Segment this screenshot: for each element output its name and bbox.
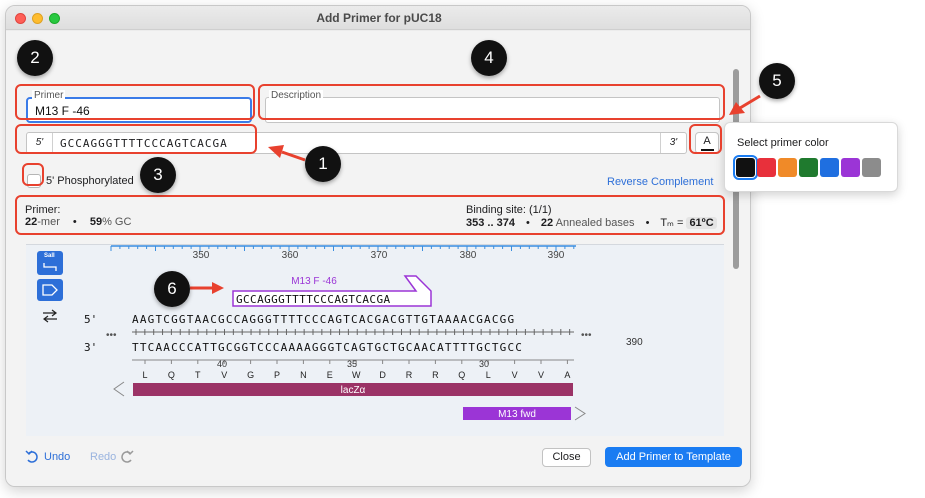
callout-arrowhead-6 [212,282,224,294]
callout-badge-5: 5 [759,63,795,99]
callout-badge-2: 2 [17,40,53,76]
callout-arrow-1 [281,150,306,162]
callout-badge-1: 1 [305,146,341,182]
callout-badge-3: 3 [140,157,176,193]
callout-badge-6: 6 [154,271,190,307]
callout-arrowhead-1 [268,145,284,158]
callout-arrowhead-5 [729,102,745,115]
callout-badge-4: 4 [471,40,507,76]
callout-arrow-5 [739,94,761,110]
